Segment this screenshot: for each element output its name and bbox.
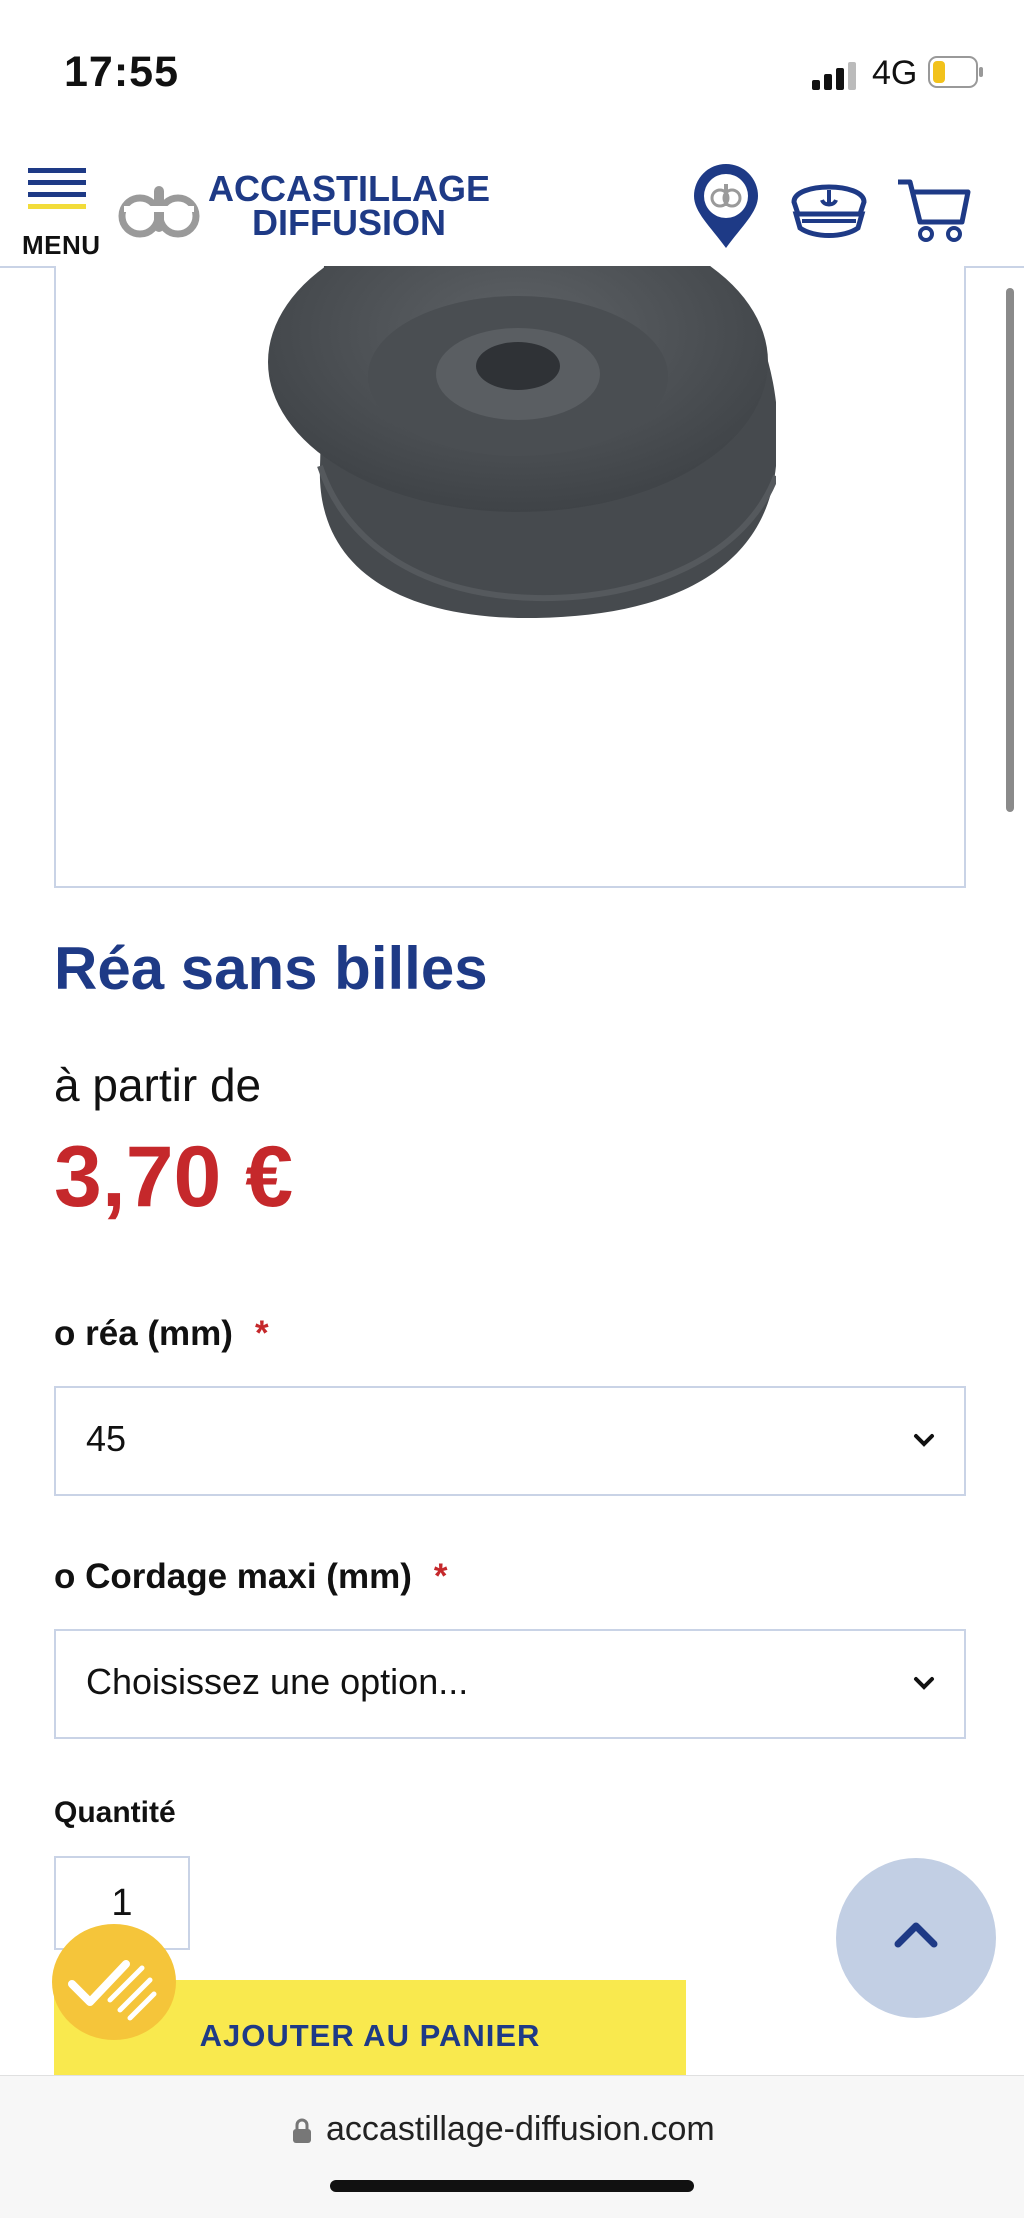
- chevron-down-icon: [914, 1434, 934, 1447]
- menu-button[interactable]: MENU: [22, 160, 100, 260]
- select-value: Choisissez une option...: [86, 1661, 469, 1702]
- select-cordage-max[interactable]: Choisissez une option...: [54, 1629, 966, 1739]
- signal-icon: [812, 62, 856, 90]
- select-rea-diameter[interactable]: 45: [54, 1386, 966, 1496]
- network-type: 4G: [872, 54, 918, 92]
- store-locator-icon[interactable]: [690, 164, 762, 250]
- battery-icon: [928, 56, 983, 88]
- option-label-cordage: o Cordage maxi (mm) *: [54, 1557, 447, 1597]
- captain-hat-icon[interactable]: [788, 172, 870, 242]
- menu-label: MENU: [22, 230, 101, 260]
- logo-text: ACCASTILLAGE DIFFUSION: [208, 168, 490, 243]
- price-prefix: à partir de: [54, 1059, 262, 1111]
- product-image-frame: [54, 266, 966, 888]
- required-mark: *: [433, 1557, 448, 1596]
- scrollbar[interactable]: [1006, 288, 1014, 812]
- option-label-rea: o réa (mm) *: [54, 1314, 269, 1354]
- cart-icon[interactable]: [896, 176, 972, 246]
- browser-url-bar[interactable]: accastillage-diffusion.com: [0, 2075, 1024, 2218]
- status-time: 17:55: [64, 48, 179, 96]
- select-value: 45: [86, 1418, 127, 1459]
- back-to-top-button[interactable]: [836, 1858, 996, 2018]
- chevron-down-icon: [914, 1677, 934, 1690]
- pulley-sheave-image: [268, 266, 776, 619]
- status-bar: 17:55 4G: [0, 0, 1024, 150]
- logo-line-2: DIFFUSION: [252, 202, 446, 243]
- lock-icon: [293, 2118, 311, 2143]
- chevron-up-icon: [894, 1922, 938, 1948]
- required-mark: *: [254, 1314, 269, 1353]
- trust-check-badge-icon[interactable]: [50, 1922, 178, 2042]
- product-title: Réa sans billes: [54, 935, 488, 1002]
- site-logo[interactable]: ACCASTILLAGE DIFFUSION: [112, 162, 490, 252]
- home-indicator[interactable]: [330, 2180, 694, 2192]
- url-text: accastillage-diffusion.com: [326, 2110, 715, 2148]
- option-label-text: o réa (mm): [54, 1314, 233, 1353]
- option-label-text: o Cordage maxi (mm): [54, 1557, 412, 1596]
- logo-line-1: ACCASTILLAGE: [208, 168, 490, 209]
- quantity-label: Quantité: [54, 1796, 176, 1829]
- shackle-logo-icon: [118, 186, 200, 238]
- product-price: 3,70 €: [54, 1129, 294, 1225]
- site-header: MENU ACCASTILLAGE DIFFUSION: [0, 150, 1024, 268]
- quantity-value: 1: [111, 1882, 133, 1924]
